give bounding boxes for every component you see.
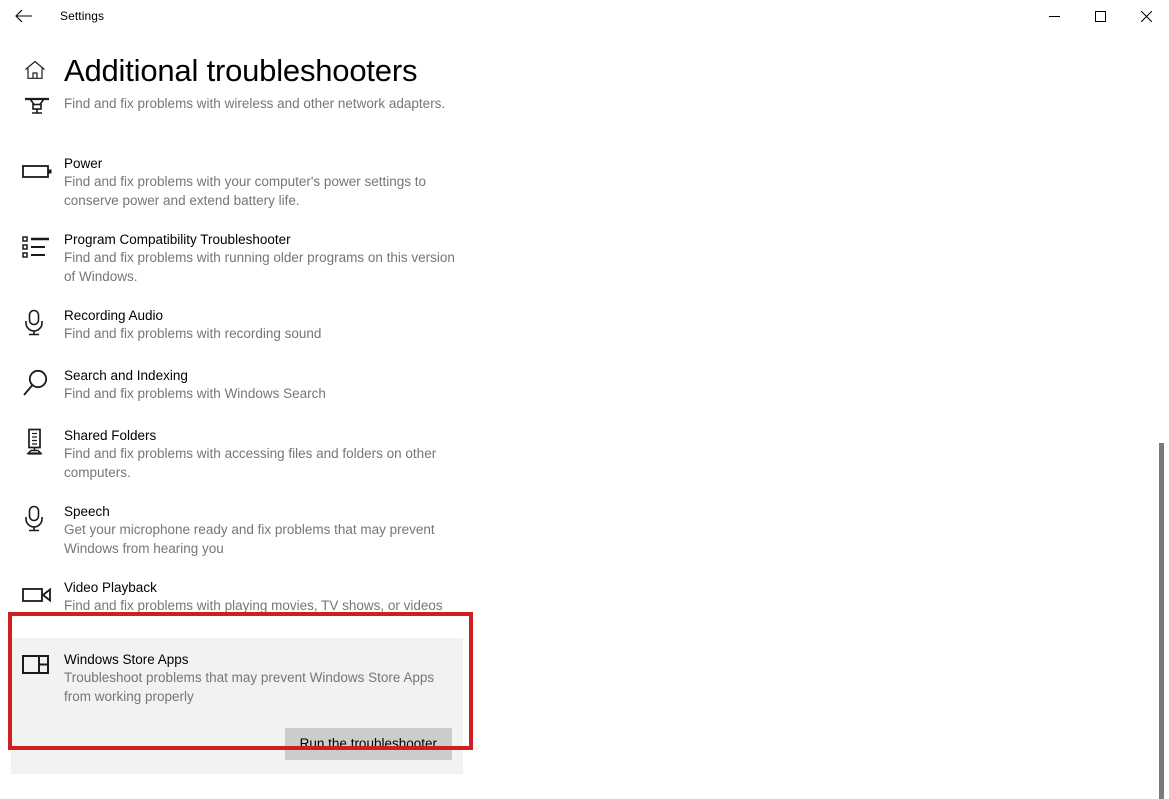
page-title: Additional troubleshooters (64, 53, 418, 88)
app-title: Settings (60, 9, 105, 23)
list-item-speech[interactable]: Speech Get your microphone ready and fix… (0, 502, 1140, 558)
server-icon (22, 428, 56, 458)
network-adapter-icon (22, 90, 56, 120)
search-icon (22, 368, 56, 398)
list-item-search-and-indexing[interactable]: Search and Indexing Find and fix problem… (0, 366, 1140, 406)
home-icon[interactable] (24, 60, 46, 85)
list-item-video-playback[interactable]: Video Playback Find and fix problems wit… (0, 578, 1140, 618)
microphone-icon (22, 504, 56, 534)
microphone-icon (22, 308, 56, 338)
list-item-windows-store-apps-selected[interactable]: Windows Store Apps Troubleshoot problems… (11, 638, 463, 774)
close-button[interactable] (1123, 0, 1169, 32)
list-item-network-adapter[interactable]: Find and fix problems with wireless and … (0, 94, 1140, 134)
list-item-title: Windows Store Apps (64, 652, 189, 667)
list-item-title: Shared Folders (64, 428, 157, 443)
list-item-program-compatibility-troubleshooter[interactable]: Program Compatibility Troubleshooter Fin… (0, 230, 1140, 286)
list-item-shared-folders[interactable]: Shared Folders Find and fix problems wit… (0, 426, 1140, 482)
list-item-title: Speech (64, 504, 110, 519)
list-item-description: Find and fix problems with playing movie… (64, 598, 443, 613)
title-bar: Settings (0, 0, 1169, 32)
list-item-title: Power (64, 156, 103, 171)
page-header: Additional troubleshooters (0, 32, 1169, 94)
list-item-description: Get your microphone ready and fix proble… (64, 522, 435, 556)
back-button[interactable] (0, 0, 46, 32)
minimize-button[interactable] (1031, 0, 1077, 32)
list-item-power[interactable]: Power Find and fix problems with your co… (0, 154, 1140, 210)
list-item-title: Search and Indexing (64, 368, 188, 383)
list-item-title: Video Playback (64, 580, 157, 595)
list-item-description: Find and fix problems with Windows Searc… (64, 386, 326, 401)
battery-icon (22, 156, 56, 186)
window-panes-icon (22, 650, 56, 680)
list-item-title: Recording Audio (64, 308, 164, 323)
scrollbar-thumb[interactable] (1159, 443, 1164, 799)
list-item-title: Program Compatibility Troubleshooter (64, 232, 291, 247)
list-item-recording-audio[interactable]: Recording Audio Find and fix problems wi… (0, 306, 1140, 346)
window-controls (1031, 0, 1169, 32)
run-the-troubleshooter-button[interactable]: Run the troubleshooter (284, 728, 452, 760)
list-item-description: Find and fix problems with running older… (64, 250, 455, 284)
list-icon (22, 232, 56, 262)
maximize-button[interactable] (1077, 0, 1123, 32)
troubleshooter-list: Find and fix problems with wireless and … (0, 94, 1140, 774)
list-item-description: Troubleshoot problems that may prevent W… (64, 670, 435, 704)
list-item-description: Find and fix problems with wireless and … (64, 96, 446, 111)
list-item-description: Find and fix problems with recording sou… (64, 326, 322, 341)
vertical-scrollbar[interactable] (1153, 32, 1169, 799)
list-item-description: Find and fix problems with accessing fil… (64, 446, 437, 480)
video-camera-icon (22, 580, 56, 610)
list-item-description: Find and fix problems with your computer… (64, 174, 426, 208)
